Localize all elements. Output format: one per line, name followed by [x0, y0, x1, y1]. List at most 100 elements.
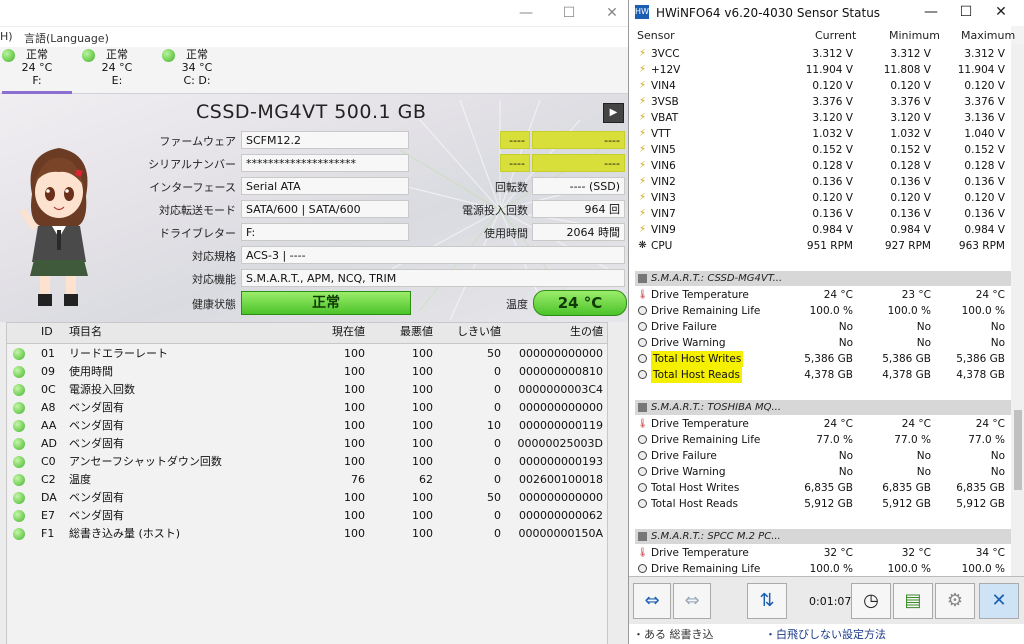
menu-help[interactable]: H) — [0, 30, 13, 43]
smart-row[interactable]: C2 温度 76 62 0 002600100018 — [7, 471, 607, 489]
smart-row[interactable]: 09 使用時間 100 100 0 000000000810 — [7, 363, 607, 381]
network-icon[interactable]: ⇅ — [747, 583, 787, 619]
col-header-threshold[interactable]: しきい値 — [447, 323, 501, 341]
sensor-row[interactable]: 🌡 Drive Temperature 24 °C 23 °C 24 °C — [629, 287, 1011, 303]
sensor-row[interactable]: Drive Remaining Life 100.0 % 100.0 % 100.0 … — [629, 561, 1011, 576]
firmware-label: ファームウェア — [159, 135, 236, 148]
layout-arrows-icon[interactable]: ⇔ — [633, 583, 671, 619]
sensor-row[interactable]: Total Host Reads 4,378 GB 4,378 GB 4,378 GB — [629, 367, 1011, 383]
rotation-value: ---- (SSD) — [532, 177, 625, 195]
smart-name: アンセーフシャットダウン回数 — [69, 455, 222, 468]
sensor-row[interactable]: ⚡ VIN9 0.984 V 0.984 V 0.984 V — [629, 222, 1011, 238]
col-header-current[interactable]: 現在値 — [307, 323, 365, 341]
sensor-row[interactable]: Drive Remaining Life 100.0 % 100.0 % 100.0 … — [629, 303, 1011, 319]
smart-row[interactable]: C0 アンセーフシャットダウン回数 100 100 0 000000000193 — [7, 453, 607, 471]
add-report-icon[interactable]: ▤ — [893, 583, 933, 619]
minimize-icon[interactable]: — — [919, 2, 943, 22]
settings-gear-icon[interactable]: ⚙ — [935, 583, 975, 619]
col-header-id[interactable]: ID — [41, 323, 53, 341]
sensor-maximum: 3.376 V — [964, 96, 1005, 108]
close-sensors-icon[interactable]: ✕ — [979, 583, 1019, 619]
sensor-minimum: 3.376 V — [890, 96, 931, 108]
scrollbar-thumb[interactable] — [1014, 410, 1022, 490]
col-header-raw[interactable]: 生の値 — [507, 323, 603, 341]
voltage-icon: ⚡ — [638, 128, 647, 139]
crystaldiskinfo-window: — ☐ ✕ H) 言語(Language) 正常 24 °C F: 正常 24 … — [0, 0, 628, 644]
sensor-row[interactable]: ⚡ VIN5 0.152 V 0.152 V 0.152 V — [629, 142, 1011, 158]
sensor-row[interactable]: ⚡ VIN6 0.128 V 0.128 V 0.128 V — [629, 158, 1011, 174]
sensor-row[interactable]: ⚡ 3VCC 3.312 V 3.312 V 3.312 V — [629, 46, 1011, 62]
smart-current: 100 — [344, 437, 365, 450]
close-icon[interactable]: ✕ — [602, 4, 622, 22]
smart-row[interactable]: A8 ベンダ固有 100 100 0 000000000000 — [7, 399, 607, 417]
sensor-name: Drive Remaining Life — [651, 434, 761, 446]
sensor-row[interactable]: ⚡ VBAT 3.120 V 3.120 V 3.136 V — [629, 110, 1011, 126]
sensor-name: VIN4 — [651, 80, 676, 92]
maximize-icon[interactable]: ☐ — [954, 2, 978, 22]
close-icon[interactable]: ✕ — [989, 2, 1013, 22]
smart-table-header: ID 項目名 現在値 最悪値 しきい値 生の値 — [7, 323, 607, 344]
sensor-row[interactable]: Drive Warning No No No — [629, 335, 1011, 351]
smart-id: C0 — [41, 455, 56, 468]
temperature-badge[interactable]: 24 °C — [533, 290, 627, 316]
smart-row[interactable]: 01 リードエラーレート 100 100 50 000000000000 — [7, 345, 607, 363]
col-header-maximum[interactable]: Maximum — [961, 29, 1015, 42]
sensor-group-header[interactable]: S.M.A.R.T.: TOSHIBA MQ... — [635, 400, 1011, 415]
sensor-row[interactable]: ⚡ VTT 1.032 V 1.032 V 1.040 V — [629, 126, 1011, 142]
drive-model-title: CSSD-MG4VT 500.1 GB — [196, 101, 427, 123]
sensor-row[interactable]: Drive Failure No No No — [629, 319, 1011, 335]
clock-icon[interactable]: ◷ — [851, 583, 891, 619]
thermometer-icon: 🌡 — [637, 290, 649, 300]
collapse-icon[interactable] — [638, 274, 647, 283]
standard-value: ACS-3 | ---- — [241, 246, 625, 264]
sensor-group-header[interactable]: S.M.A.R.T.: SPCC M.2 PC... — [635, 529, 1011, 544]
sensor-row[interactable]: ⚡ VIN3 0.120 V 0.120 V 0.120 V — [629, 190, 1011, 206]
sensor-list-scrollbar[interactable] — [1011, 44, 1024, 576]
col-header-worst[interactable]: 最悪値 — [377, 323, 433, 341]
drive-tab-f[interactable]: 正常 24 °C F: — [2, 47, 72, 94]
smart-row[interactable]: AD ベンダ固有 100 100 0 00000025003D — [7, 435, 607, 453]
sensor-row[interactable]: ⚡ 3VSB 3.376 V 3.376 V 3.376 V — [629, 94, 1011, 110]
smart-row[interactable]: DA ベンダ固有 100 100 50 000000000000 — [7, 489, 607, 507]
sensor-row[interactable]: ⚡ VIN4 0.120 V 0.120 V 0.120 V — [629, 78, 1011, 94]
sensor-row[interactable]: Total Host Writes 5,386 GB 5,386 GB 5,386 G… — [629, 351, 1011, 367]
col-header-name[interactable]: 項目名 — [69, 323, 102, 341]
minimize-icon[interactable]: — — [516, 4, 536, 22]
drive-letter-value: F: — [241, 223, 409, 241]
smart-id: AD — [41, 437, 57, 450]
sensor-row[interactable]: 🌡 Drive Temperature 24 °C 24 °C 24 °C — [629, 416, 1011, 432]
sensor-row[interactable]: Drive Failure No No No — [629, 448, 1011, 464]
layout-arrows-disabled-icon[interactable]: ⇔ — [673, 583, 711, 619]
drive-tab-e[interactable]: 正常 24 °C E: — [82, 47, 152, 91]
smart-row[interactable]: AA ベンダ固有 100 100 10 000000000119 — [7, 417, 607, 435]
sensor-row[interactable]: 🌡 Drive Temperature 32 °C 32 °C 34 °C — [629, 545, 1011, 561]
sensor-row[interactable]: Total Host Reads 5,912 GB 5,912 GB 5,912 GB — [629, 496, 1011, 512]
sensor-row[interactable]: ⚡ VIN7 0.136 V 0.136 V 0.136 V — [629, 206, 1011, 222]
sensor-minimum: No — [916, 450, 931, 462]
smart-id: F1 — [41, 527, 55, 540]
sensor-row[interactable]: Drive Warning No No No — [629, 464, 1011, 480]
drive-tab-cd[interactable]: 正常 34 °C C: D: — [162, 47, 232, 91]
smart-row[interactable]: 0C 電源投入回数 100 100 0 0000000003C4 — [7, 381, 607, 399]
menu-language[interactable]: 言語(Language) — [24, 30, 109, 46]
collapse-icon[interactable] — [638, 532, 647, 541]
sensor-row[interactable]: ⚡ VIN2 0.136 V 0.136 V 0.136 V — [629, 174, 1011, 190]
smart-row[interactable]: E7 ベンダ固有 100 100 0 000000000062 — [7, 507, 607, 525]
gauge-icon — [637, 498, 648, 510]
health-status-badge[interactable]: 正常 — [241, 291, 411, 315]
sensor-row[interactable]: ⚡ +12V 11.904 V 11.808 V 11.904 V — [629, 62, 1011, 78]
sensor-row[interactable]: Drive Remaining Life 77.0 % 77.0 % 77.0 % — [629, 432, 1011, 448]
background-link-right[interactable]: ・白飛びしない設定方法 — [765, 626, 886, 642]
smart-row[interactable]: F1 総書き込み量 (ホスト) 100 100 0 00000000150A — [7, 525, 607, 543]
col-header-minimum[interactable]: Minimum — [889, 29, 940, 42]
col-header-current[interactable]: Current — [815, 29, 856, 42]
sensor-row[interactable]: Total Host Writes 6,835 GB 6,835 GB 6,835 G… — [629, 480, 1011, 496]
drive-tabs: 正常 24 °C F: 正常 24 °C E: 正常 34 °C C: D: — [0, 47, 628, 94]
collapse-icon[interactable] — [638, 403, 647, 412]
maximize-icon[interactable]: ☐ — [559, 4, 579, 22]
sensor-row[interactable]: ❋ CPU 951 RPM 927 RPM 963 RPM — [629, 238, 1011, 254]
next-drive-button[interactable]: ▶ — [603, 103, 624, 123]
smart-current: 100 — [344, 455, 365, 468]
col-header-sensor[interactable]: Sensor — [637, 29, 675, 42]
sensor-group-header[interactable]: S.M.A.R.T.: CSSD-MG4VT... — [635, 271, 1011, 286]
